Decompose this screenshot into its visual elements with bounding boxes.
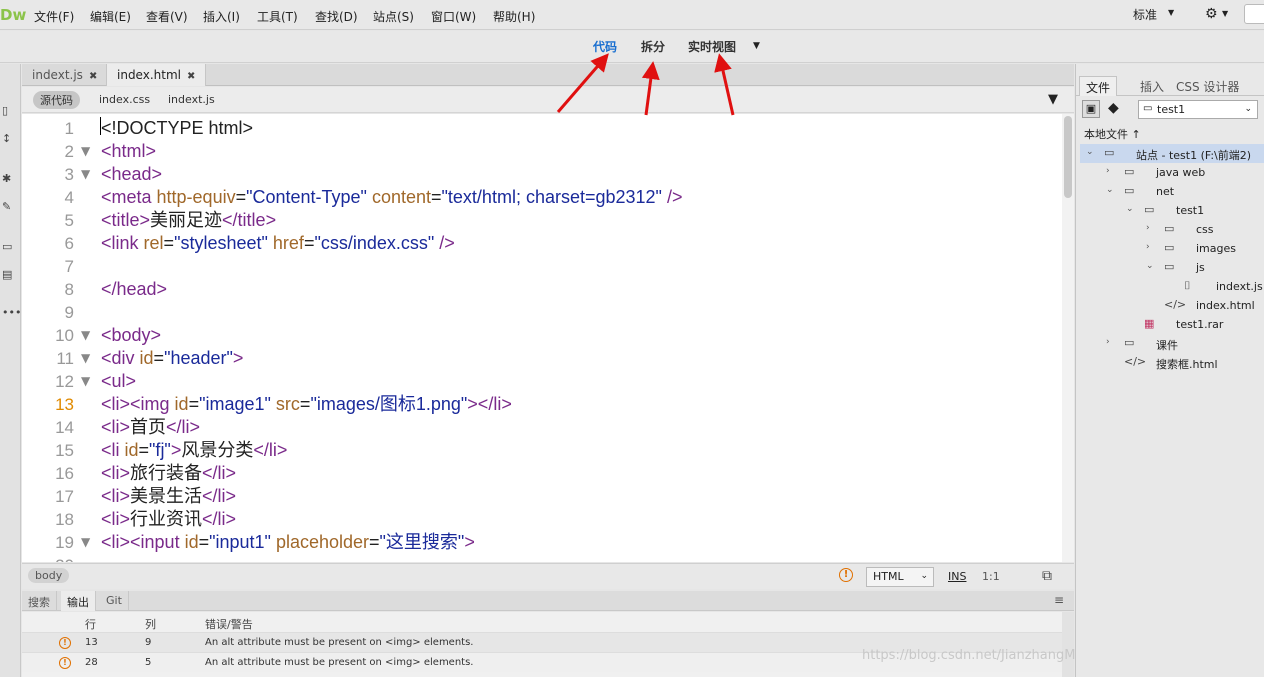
- tag-selector[interactable]: body: [28, 568, 70, 583]
- folder-icon: ▭: [1144, 203, 1155, 216]
- column-col: 列: [145, 618, 156, 631]
- files-panel: 文件 插入 CSS 设计器 ▣ ◆ ▭ test1 ⌄ 本地文件 ↑ ⌄ ▭ 站点 - …: [1075, 64, 1264, 677]
- row-message: An alt attribute must be present on <img…: [205, 657, 474, 668]
- output-scrollbar[interactable]: [1062, 612, 1074, 677]
- folder-icon: ▭: [1124, 336, 1135, 349]
- file-tree-item[interactable]: ▦ test1.rar: [1080, 315, 1264, 334]
- arrow-to-live-view: [714, 53, 735, 116]
- row-message: An alt attribute must be present on <img…: [205, 637, 474, 648]
- file-tree-label: index.html: [1196, 299, 1255, 312]
- document-type-select[interactable]: HTML ⌄: [866, 567, 934, 587]
- files-toolbar: ▣ ◆ ▭ test1 ⌄: [1076, 98, 1264, 122]
- tab-insert[interactable]: 插入: [1134, 76, 1170, 96]
- file-tree-item[interactable]: ⌷ indext.js: [1080, 277, 1264, 296]
- code-file-icon: </>: [1164, 298, 1187, 311]
- file-tree-label: 搜索框.html: [1156, 358, 1218, 371]
- folder-icon: ▭: [1164, 222, 1175, 235]
- column-line: 行: [85, 618, 96, 631]
- chevron-down-icon: ⌄: [920, 571, 928, 581]
- file-tree-label: test1.rar: [1176, 318, 1224, 331]
- file-tree-item[interactable]: ⌄ ▭ 站点 - test1 (F:\前端2): [1080, 144, 1264, 163]
- tab-files[interactable]: 文件: [1079, 76, 1118, 96]
- output-header: 行 列 错误/警告: [22, 612, 1062, 632]
- row-col: 5: [145, 657, 152, 668]
- tab-css-designer[interactable]: CSS 设计器: [1170, 76, 1245, 96]
- chevron-icon[interactable]: ⌄: [1086, 147, 1094, 157]
- folder-icon: ▭: [1143, 103, 1153, 114]
- output-panel-tabs: 搜索 输出 Git ≡: [22, 591, 1074, 611]
- file-tree-item[interactable]: ⌄ ▭ test1: [1080, 201, 1264, 220]
- file-tree-item[interactable]: › ▭ images: [1080, 239, 1264, 258]
- column-message: 错误/警告: [205, 618, 253, 631]
- file-tree-label: 站点 - test1 (F:\前端2): [1136, 149, 1252, 162]
- cursor-position: 1:1: [982, 570, 1000, 583]
- folder-icon: ▭: [1124, 165, 1135, 178]
- tab-search[interactable]: 搜索: [22, 591, 57, 611]
- insert-mode[interactable]: INS: [948, 570, 966, 583]
- site-select[interactable]: ▭ test1 ⌄: [1138, 100, 1258, 119]
- file-tree-item[interactable]: ⌄ ▭ net: [1080, 182, 1264, 201]
- warning-icon[interactable]: !: [839, 568, 853, 582]
- site-select-value: test1: [1157, 103, 1186, 116]
- file-tree-item[interactable]: › ▭ java web: [1080, 163, 1264, 182]
- file-tree-label: css: [1196, 223, 1214, 236]
- file-tree-item[interactable]: </> 搜索框.html: [1080, 353, 1264, 372]
- chevron-icon[interactable]: ›: [1106, 337, 1110, 347]
- file-tree-item[interactable]: › ▭ 课件: [1080, 334, 1264, 353]
- chevron-icon[interactable]: ›: [1146, 223, 1150, 233]
- code-file-icon: </>: [1124, 355, 1147, 368]
- arrow-to-split-view: [641, 61, 660, 116]
- status-bar: body ! HTML ⌄ INS 1:1 ⧉: [22, 563, 1074, 589]
- document-type-value: HTML: [873, 570, 904, 583]
- local-files-label[interactable]: 本地文件 ↑: [1084, 126, 1141, 142]
- chevron-icon[interactable]: ⌄: [1106, 185, 1114, 195]
- file-tree-label: 课件: [1156, 339, 1178, 352]
- chevron-icon[interactable]: ⌄: [1126, 204, 1134, 214]
- file-tree-label: java web: [1156, 166, 1206, 179]
- file-tree-label: images: [1196, 242, 1236, 255]
- folder-icon: ▭: [1164, 260, 1175, 273]
- row-line: 13: [85, 637, 98, 648]
- file-tree-item[interactable]: ⌄ ▭ js: [1080, 258, 1264, 277]
- archive-icon: ▦: [1144, 317, 1155, 330]
- arrow-to-code-view: [556, 53, 609, 113]
- tab-git[interactable]: Git: [100, 591, 129, 611]
- chevron-down-icon: ⌄: [1244, 104, 1252, 114]
- git-icon[interactable]: ◆: [1108, 100, 1119, 116]
- script-file-icon: ⌷: [1184, 279, 1191, 292]
- warning-icon: !: [59, 657, 71, 669]
- file-tree-label: indext.js: [1216, 280, 1263, 293]
- folder-icon: ▭: [1124, 184, 1135, 197]
- preview-icon[interactable]: ⧉: [1042, 568, 1052, 584]
- row-line: 28: [85, 657, 98, 668]
- file-tree-item[interactable]: </> index.html: [1080, 296, 1264, 315]
- file-tree-label: js: [1196, 261, 1205, 274]
- file-tree-label: test1: [1176, 204, 1205, 217]
- chevron-icon[interactable]: ›: [1106, 166, 1110, 176]
- output-panel: 行 列 错误/警告 ! 13 9 An alt attribute must b…: [22, 612, 1074, 677]
- file-tree-item[interactable]: › ▭ css: [1080, 220, 1264, 239]
- chevron-icon[interactable]: ›: [1146, 242, 1150, 252]
- files-panel-tabs: 文件 插入 CSS 设计器: [1076, 76, 1264, 96]
- folder-icon: ▭: [1164, 241, 1175, 254]
- tab-output[interactable]: 输出: [61, 591, 96, 611]
- row-col: 9: [145, 637, 152, 648]
- warning-icon: !: [59, 637, 71, 649]
- file-tree-label: net: [1156, 185, 1175, 198]
- chevron-icon[interactable]: ⌄: [1146, 261, 1154, 271]
- folder-icon: ▭: [1104, 146, 1115, 159]
- panel-menu-icon[interactable]: ≡: [1054, 593, 1064, 607]
- server-icon[interactable]: ▣: [1082, 100, 1100, 118]
